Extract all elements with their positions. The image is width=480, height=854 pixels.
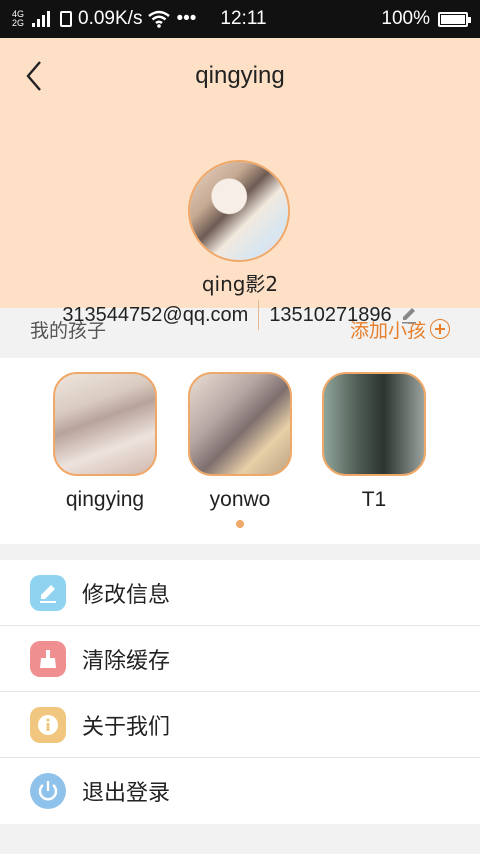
menu-item-about-us[interactable]: 关于我们 [0, 692, 480, 758]
wifi-icon [148, 10, 171, 28]
title-bar: qingying [0, 38, 480, 114]
network-speed: 0.09K/s [78, 8, 143, 29]
kid-name: T1 [361, 488, 387, 511]
sim-icon [60, 11, 73, 27]
menu-item-label: 清除缓存 [82, 648, 171, 674]
contact-row: 313544752@qq.com 13510271896 [0, 300, 480, 330]
kids-list: qingying yonwo T1 [0, 358, 480, 544]
avatar[interactable] [188, 160, 290, 262]
kid-avatar [188, 372, 292, 476]
avatar-image [190, 162, 288, 260]
email-text: 313544752@qq.com [62, 303, 249, 326]
pencil-icon[interactable] [400, 306, 418, 324]
kid-card[interactable]: T1 [314, 372, 434, 512]
battery-percent: 100% [381, 8, 430, 29]
menu-item-label: 修改信息 [82, 582, 171, 608]
kid-card[interactable]: qingying [45, 372, 165, 512]
kid-avatar [53, 372, 157, 476]
network-bottom-label: 2G [12, 18, 25, 28]
phone-text: 13510271896 [269, 303, 392, 326]
broom-icon [30, 640, 66, 677]
kid-avatar [322, 372, 426, 476]
battery-icon [438, 11, 471, 27]
contact-divider [258, 300, 260, 330]
menu-item-clear-cache[interactable]: 清除缓存 [0, 626, 480, 692]
menu-item-label: 退出登录 [82, 781, 171, 806]
status-time: 12:11 [220, 8, 267, 29]
back-icon[interactable] [20, 58, 50, 94]
username: qing影2 [201, 272, 279, 296]
profile-header: qingying qing影2 313544752@qq.com 1351027… [0, 38, 480, 330]
power-icon [30, 773, 66, 809]
selected-indicator [236, 520, 244, 528]
kid-name: yonwo [209, 488, 271, 511]
plus-circle-icon [430, 319, 450, 339]
status-left: 4G 2G 0.09K/s ••• [12, 8, 196, 30]
edit-icon [30, 574, 66, 611]
page-title: qingying [195, 62, 285, 89]
kid-name: qingying [65, 488, 145, 511]
status-right: 100% [381, 8, 471, 30]
status-bar: 4G 2G 0.09K/s ••• 12:11 100% [0, 0, 480, 38]
menu-item-logout[interactable]: 退出登录 [0, 758, 480, 824]
status-dots: ••• [176, 8, 197, 29]
menu-item-label: 关于我们 [82, 714, 171, 740]
menu-item-edit-info[interactable]: 修改信息 [0, 560, 480, 626]
info-icon [30, 706, 66, 743]
network-type: 4G 2G [12, 10, 24, 28]
signal-icon [32, 11, 51, 27]
settings-menu: 修改信息 清除缓存 关于我们 退出登录 [0, 560, 480, 824]
kid-card[interactable]: yonwo [180, 372, 300, 528]
